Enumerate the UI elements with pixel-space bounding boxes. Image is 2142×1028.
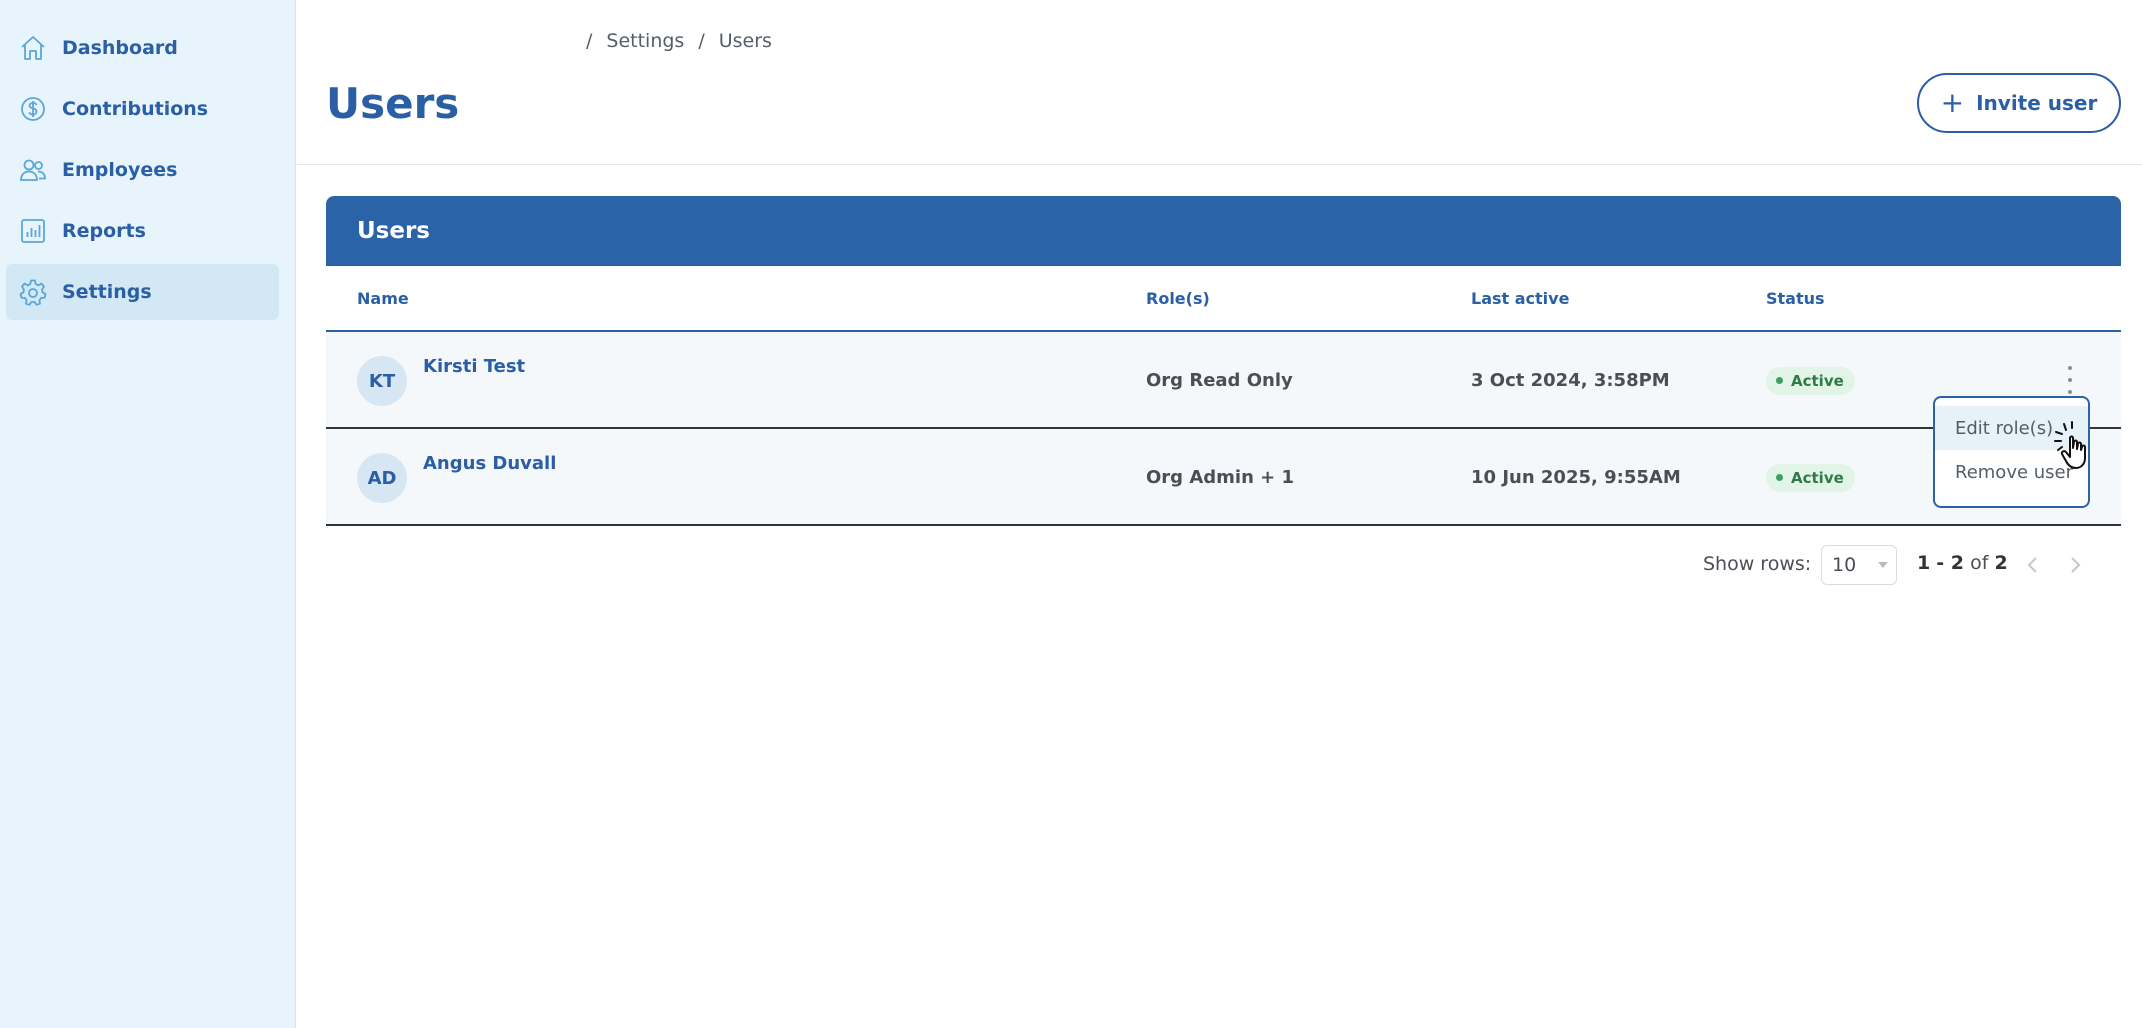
breadcrumb-item-settings[interactable]: Settings [606, 30, 684, 52]
range-start: 1 [1917, 552, 1931, 574]
row-actions-kebab-icon[interactable] [2065, 366, 2075, 394]
user-name-link[interactable]: Kirsti Test [423, 356, 525, 377]
range-total: 2 [1994, 552, 2008, 574]
table-header: Name Role(s) Last active Status [326, 266, 2121, 332]
invite-user-button[interactable]: + Invite user [1917, 73, 2121, 133]
user-last-active: 10 Jun 2025, 9:55AM [1471, 467, 1681, 488]
sidebar-item-dashboard[interactable]: Dashboard [6, 20, 279, 76]
sidebar-item-label: Dashboard [62, 37, 178, 59]
sidebar-item-settings[interactable]: Settings [6, 264, 279, 320]
sidebar-item-label: Settings [62, 281, 152, 303]
home-icon [18, 33, 48, 63]
avatar: KT [357, 356, 407, 406]
sidebar-item-reports[interactable]: Reports [6, 203, 279, 259]
range-of: of [1970, 552, 1989, 574]
sidebar-item-contributions[interactable]: Contributions [6, 81, 279, 137]
invite-user-label: Invite user [1976, 91, 2098, 115]
sidebar-item-employees[interactable]: Employees [6, 142, 279, 198]
caret-down-icon [1878, 562, 1888, 568]
column-header-name[interactable]: Name [357, 289, 409, 308]
hand-cursor-icon [2054, 421, 2086, 469]
status-dot-icon [1776, 377, 1783, 384]
users-table-card: Users Name Role(s) Last active Status KT… [326, 196, 2121, 526]
table-row[interactable]: AD Angus Duvall Org Admin + 1 10 Jun 202… [326, 429, 2121, 526]
next-page-icon[interactable] [2064, 553, 2086, 577]
user-last-active: 3 Oct 2024, 3:58PM [1471, 370, 1670, 391]
column-header-roles[interactable]: Role(s) [1146, 289, 1210, 308]
status-badge: Active [1766, 463, 1855, 492]
sidebar: Dashboard Contributions Employees Report… [0, 0, 296, 1028]
chart-icon [18, 216, 48, 246]
avatar: AD [357, 453, 407, 503]
page-title: Users [326, 79, 460, 128]
column-header-last-active[interactable]: Last active [1471, 289, 1569, 308]
status-badge: Active [1766, 366, 1855, 395]
status-cell: Active [1766, 429, 1855, 526]
header-divider [297, 164, 2142, 165]
status-label: Active [1791, 371, 1844, 390]
status-dot-icon [1776, 474, 1783, 481]
user-roles: Org Admin + 1 [1146, 467, 1295, 488]
table-title: Users [326, 196, 2121, 266]
status-label: Active [1791, 468, 1844, 487]
pagination-range: 1 - 2 of 2 [1917, 552, 2008, 574]
status-cell: Active [1766, 332, 1855, 429]
sidebar-item-label: Employees [62, 159, 178, 181]
column-header-status[interactable]: Status [1766, 289, 1825, 308]
rows-per-page-value: 10 [1832, 554, 1857, 576]
user-roles: Org Read Only [1146, 370, 1293, 391]
rows-per-page-select[interactable]: 10 [1821, 545, 1897, 585]
people-icon [18, 155, 48, 185]
breadcrumb-separator: / [586, 30, 593, 52]
range-end: 2 [1950, 552, 1965, 574]
table-row[interactable]: KT Kirsti Test Org Read Only 3 Oct 2024,… [326, 332, 2121, 429]
breadcrumb-item-users: Users [718, 30, 772, 52]
gear-icon [18, 277, 48, 307]
user-name-link[interactable]: Angus Duvall [423, 453, 556, 474]
plus-icon: + [1940, 86, 1965, 119]
previous-page-icon[interactable] [2022, 553, 2044, 577]
breadcrumb-separator: / [698, 30, 705, 52]
app-root: Dashboard Contributions Employees Report… [0, 0, 2142, 1028]
dollar-icon [18, 94, 48, 124]
pagination: Show rows: 10 1 - 2 of 2 [326, 545, 2121, 585]
range-dash: - [1936, 552, 1951, 574]
show-rows-label: Show rows: [1703, 553, 1812, 575]
breadcrumb: / Settings / Users [586, 30, 772, 52]
sidebar-item-label: Contributions [62, 98, 209, 120]
sidebar-item-label: Reports [62, 220, 146, 242]
